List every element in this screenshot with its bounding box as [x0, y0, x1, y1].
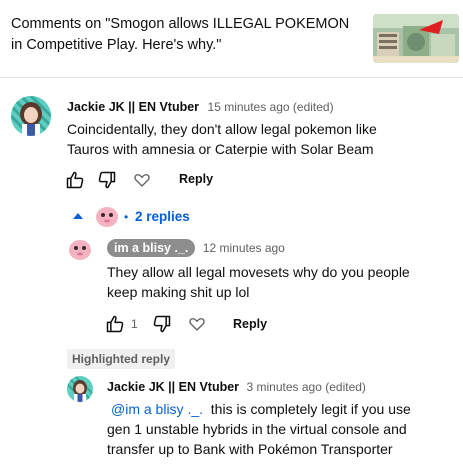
comment-reply-button[interactable]: Reply — [179, 172, 213, 186]
replies-separator: • — [124, 210, 129, 224]
thumbs-up-icon — [66, 171, 84, 189]
like-button[interactable] — [64, 169, 86, 191]
replies-count-label: 2 replies — [135, 209, 190, 224]
reply1-reply-button[interactable]: Reply — [233, 317, 267, 331]
avatar-blisy[interactable] — [67, 236, 93, 262]
highlighted-text: @im a blisy ._. this is completely legit… — [107, 399, 419, 459]
highlighted-reply-chip: Highlighted reply — [67, 349, 176, 369]
avatar-jackie[interactable] — [11, 96, 51, 136]
heart-icon — [189, 318, 205, 331]
heart-button[interactable] — [131, 169, 153, 191]
reply1-text: They allow all legal movesets why do you… — [107, 264, 410, 300]
reply1-author-chip[interactable]: im a blisy ._. — [107, 239, 196, 257]
comment-author[interactable]: Jackie JK || EN Vtuber — [67, 100, 199, 114]
thumbs-down-icon — [153, 315, 171, 333]
comment-timestamp[interactable]: 15 minutes ago (edited) — [208, 100, 334, 114]
dislike-button[interactable] — [96, 169, 118, 191]
thumbs-down-icon — [98, 171, 116, 189]
avatar-jackie-small[interactable] — [67, 376, 93, 402]
replies-toggle[interactable]: • 2 replies — [70, 202, 200, 230]
reply1-header: im a blisy ._. 12 minutes ago — [107, 239, 285, 257]
comment-text: Coincidentally, they don't allow legal p… — [67, 121, 377, 157]
reply1-like-count: 1 — [131, 317, 138, 331]
comments-title: Comments on "Smogon allows ILLEGAL POKEM… — [11, 16, 350, 53]
comment-header: Jackie JK || EN Vtuber 15 minutes ago (e… — [67, 98, 334, 116]
heart-icon — [134, 174, 150, 187]
comments-header: Comments on "Smogon allows ILLEGAL POKEM… — [0, 0, 463, 78]
reply1-heart-button[interactable] — [186, 313, 208, 335]
highlighted-author[interactable]: Jackie JK || EN Vtuber — [107, 380, 239, 394]
highlighted-header: Jackie JK || EN Vtuber 3 minutes ago (ed… — [107, 378, 366, 396]
highlighted-timestamp[interactable]: 3 minutes ago (edited) — [247, 380, 366, 394]
thumbs-up-icon — [106, 315, 124, 333]
video-thumbnail[interactable] — [373, 14, 459, 63]
mention-link[interactable]: @im a blisy ._. — [111, 401, 203, 417]
chevron-up-icon — [73, 213, 83, 219]
reply1-timestamp[interactable]: 12 minutes ago — [203, 241, 285, 255]
reply1-dislike-button[interactable] — [151, 313, 173, 335]
reply1-like-button[interactable] — [104, 313, 126, 335]
avatar-blisy-small — [94, 203, 120, 229]
